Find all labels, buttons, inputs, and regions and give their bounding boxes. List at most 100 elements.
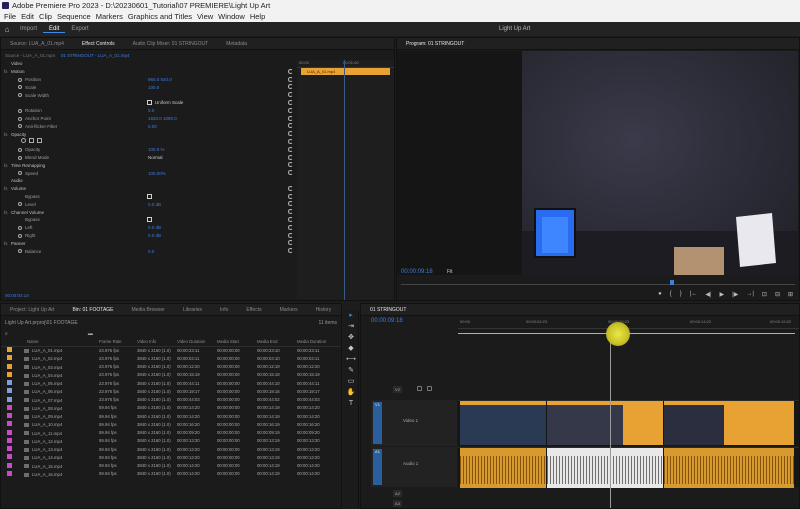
go-to-in-button[interactable]: |← bbox=[690, 291, 698, 298]
column-video-duration[interactable]: Video Duration bbox=[177, 338, 217, 347]
reset-icon[interactable] bbox=[288, 68, 293, 74]
table-row[interactable]: LUA_A_04.mp4 23.976 fps 3840 x 2160 (1.0) 0… bbox=[1, 371, 341, 379]
effect-row[interactable]: Scale 100.0 bbox=[1, 83, 295, 91]
column-video-info[interactable]: Video Info bbox=[137, 338, 177, 347]
stopwatch-icon[interactable] bbox=[18, 225, 22, 230]
clip-name[interactable]: LUA_A_09.mp4 bbox=[32, 414, 62, 419]
column-media-end[interactable]: Media End bbox=[257, 338, 297, 347]
workspace-import[interactable]: Import bbox=[14, 26, 43, 32]
blend-mode-dropdown[interactable]: Normal bbox=[148, 155, 163, 160]
clip-name[interactable]: LUA_A_03.mp4 bbox=[32, 365, 62, 370]
tab-media-browser[interactable]: Media Browser bbox=[123, 307, 174, 313]
tab-sequence[interactable]: 01 STRINGOUT bbox=[361, 307, 415, 313]
stopwatch-icon[interactable] bbox=[18, 233, 22, 238]
clip-name[interactable]: LUA_A_01.mp4 bbox=[32, 348, 62, 353]
table-row[interactable]: LUA_A_08.mp4 59.94 fps 3840 x 2160 (1.0) 00… bbox=[1, 404, 341, 412]
search-icon[interactable]: ⌕ bbox=[5, 331, 8, 337]
effect-property-value[interactable]: 100.0 % bbox=[148, 147, 165, 152]
step-back-button[interactable]: ◀| bbox=[705, 291, 711, 298]
clip-name[interactable]: LUA_A_11.mp4 bbox=[32, 431, 62, 436]
video-clip[interactable]: LUA_A_05.mp4 [V] bbox=[664, 401, 794, 445]
effect-row[interactable] bbox=[1, 138, 295, 146]
effect-row[interactable]: Scale Width bbox=[1, 91, 295, 99]
table-row[interactable]: LUA_A_05.mp4 23.976 fps 3840 x 2160 (1.0) 0… bbox=[1, 379, 341, 387]
reset-icon[interactable] bbox=[288, 170, 293, 176]
label-color-swatch[interactable] bbox=[7, 396, 12, 402]
table-row[interactable]: LUA_A_15.mp4 59.94 fps 3840 x 2160 (1.0) 00… bbox=[1, 462, 341, 470]
reset-icon[interactable] bbox=[288, 115, 293, 121]
checkbox[interactable] bbox=[147, 99, 152, 105]
source-patch-a1[interactable]: A1 bbox=[373, 449, 382, 485]
stopwatch-icon[interactable] bbox=[18, 85, 22, 90]
add-marker-button[interactable]: ● bbox=[658, 291, 662, 298]
effect-row[interactable]: Speed 100.00% bbox=[1, 169, 295, 177]
effect-row[interactable]: Balance 0.0 bbox=[1, 247, 295, 255]
label-color-swatch[interactable] bbox=[7, 462, 12, 468]
keyframe-clip-bar[interactable]: LUA_A_01.mp4 bbox=[301, 68, 390, 75]
lock-icon[interactable] bbox=[417, 386, 422, 391]
table-row[interactable]: LUA_A_10.mp4 59.94 fps 3840 x 2160 (1.0) 00… bbox=[1, 420, 341, 428]
reset-icon[interactable] bbox=[288, 123, 293, 129]
menu-view[interactable]: View bbox=[197, 11, 213, 22]
label-color-swatch[interactable] bbox=[7, 380, 12, 386]
extract-button[interactable]: ⊟ bbox=[775, 291, 780, 298]
type-tool-icon[interactable]: T bbox=[343, 398, 359, 409]
fx-badge[interactable]: fx bbox=[4, 132, 8, 137]
eye-icon[interactable] bbox=[427, 386, 432, 391]
checkbox[interactable] bbox=[147, 216, 152, 222]
audio-track-1[interactable] bbox=[458, 447, 799, 488]
menu-sequence[interactable]: Sequence bbox=[57, 11, 91, 22]
ripple-edit-tool-icon[interactable]: ✥ bbox=[343, 332, 359, 343]
table-row[interactable]: LUA_A_12.mp4 59.94 fps 3840 x 2160 (1.0) 00… bbox=[1, 437, 341, 445]
clip-name[interactable]: LUA_A_02.mp4 bbox=[32, 356, 62, 361]
play-button[interactable]: ▶ bbox=[720, 291, 725, 298]
tab-effects[interactable]: Effects bbox=[237, 307, 270, 313]
effect-row[interactable]: fx Opacity bbox=[1, 130, 295, 138]
new-bin-icon[interactable]: ▬ bbox=[88, 331, 93, 337]
label-color-swatch[interactable] bbox=[7, 429, 12, 435]
label-color-swatch[interactable] bbox=[7, 421, 12, 427]
reset-icon[interactable] bbox=[288, 201, 293, 207]
program-video-frame[interactable] bbox=[522, 51, 798, 275]
effect-row[interactable]: fx Volume bbox=[1, 185, 295, 193]
checkbox[interactable] bbox=[147, 193, 152, 199]
table-row[interactable]: LUA_A_14.mp4 59.94 fps 3840 x 2160 (1.0) 00… bbox=[1, 453, 341, 461]
reset-icon[interactable] bbox=[288, 76, 293, 82]
effect-row[interactable]: fx Panner bbox=[1, 239, 295, 247]
effect-property-value[interactable]: 0.0 bbox=[148, 249, 154, 254]
fx-badge[interactable]: fx bbox=[4, 69, 8, 74]
label-color-swatch[interactable] bbox=[7, 404, 12, 410]
table-row[interactable]: LUA_A_13.mp4 59.94 fps 3840 x 2160 (1.0) 00… bbox=[1, 445, 341, 453]
tab-history[interactable]: History bbox=[307, 307, 341, 313]
label-color-swatch[interactable] bbox=[7, 355, 12, 361]
reset-icon[interactable] bbox=[288, 84, 293, 90]
stopwatch-icon[interactable] bbox=[18, 147, 22, 152]
clip-name[interactable]: LUA_A_13.mp4 bbox=[32, 447, 62, 452]
reset-icon[interactable] bbox=[288, 216, 293, 222]
workspace-export[interactable]: Export bbox=[65, 26, 94, 32]
track-label-a2[interactable]: A2 bbox=[393, 490, 402, 497]
effect-property-value[interactable]: 0.0 dB bbox=[148, 233, 161, 238]
label-color-swatch[interactable] bbox=[7, 437, 12, 443]
column-frame-rate[interactable]: Frame Rate bbox=[99, 338, 137, 347]
effect-row[interactable]: Anti-flicker Filter 0.00 bbox=[1, 122, 295, 130]
label-color-swatch[interactable] bbox=[7, 371, 12, 377]
label-color-swatch[interactable] bbox=[7, 388, 12, 394]
razor-tool-icon[interactable]: ◆ bbox=[343, 343, 359, 354]
menu-markers[interactable]: Markers bbox=[96, 11, 123, 22]
table-row[interactable]: LUA_A_02.mp4 23.976 fps 3840 x 2160 (1.0) 0… bbox=[1, 354, 341, 362]
effect-property-value[interactable]: 100.0 bbox=[148, 85, 159, 90]
tab-source[interactable]: Source: LUA_A_01.mp4 bbox=[1, 41, 73, 47]
lift-button[interactable]: ⊡ bbox=[762, 291, 767, 298]
menu-edit[interactable]: Edit bbox=[21, 11, 34, 22]
clip-name[interactable]: LUA_A_15.mp4 bbox=[32, 464, 62, 469]
clip-name[interactable]: LUA_A_05.mp4 bbox=[32, 381, 62, 386]
effect-row[interactable]: Uniform Scale bbox=[1, 99, 295, 107]
clip-name[interactable]: LUA_A_07.mp4 bbox=[32, 398, 62, 403]
effect-property-value[interactable]: 1920.0 1080.0 bbox=[148, 116, 177, 121]
reset-icon[interactable] bbox=[288, 209, 293, 215]
reset-icon[interactable] bbox=[288, 138, 293, 144]
effect-keyframe-area[interactable]: 00:00 00:01:00 LUA_A_01.mp4 bbox=[297, 60, 394, 300]
pen-mask-icon[interactable] bbox=[37, 138, 42, 144]
audio-clip[interactable] bbox=[664, 448, 794, 488]
